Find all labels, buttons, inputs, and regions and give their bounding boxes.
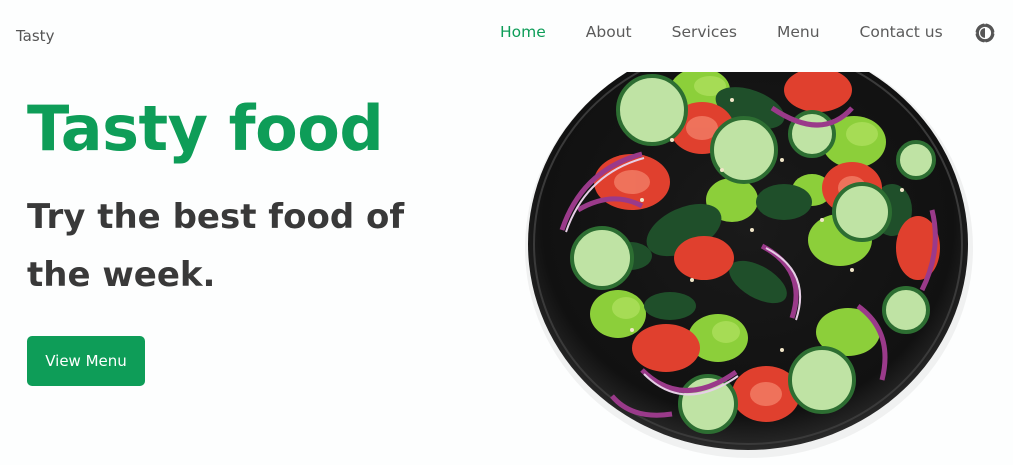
hero-subtitle: Try the best food of the week. xyxy=(27,197,405,295)
nav-link-about[interactable]: About xyxy=(586,23,632,41)
nav-link-menu[interactable]: Menu xyxy=(777,23,820,41)
nav-link-home[interactable]: Home xyxy=(500,23,546,41)
sun-moon-icon xyxy=(974,22,996,44)
salad-bowl-image xyxy=(522,70,984,462)
site-logo[interactable]: Tasty xyxy=(16,27,54,45)
nav-link-contact-us[interactable]: Contact us xyxy=(860,23,943,41)
navbar: Tasty Home About Services Menu Contact u… xyxy=(0,0,1013,68)
view-menu-button[interactable]: View Menu xyxy=(27,336,145,386)
salad-bowl-illustration xyxy=(525,72,973,458)
theme-toggle-button[interactable] xyxy=(973,21,997,45)
nav-link-services[interactable]: Services xyxy=(672,23,737,41)
nav-menu: Home About Services Menu Contact us xyxy=(500,23,943,41)
hero-title: Tasty food xyxy=(27,92,384,165)
